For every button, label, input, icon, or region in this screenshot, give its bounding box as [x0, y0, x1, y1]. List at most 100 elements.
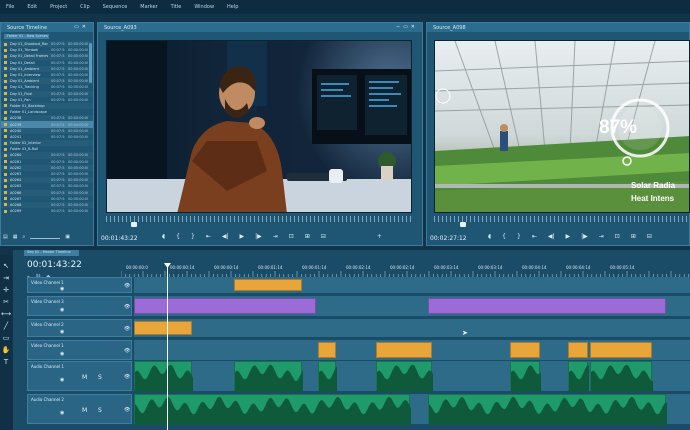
video-clip[interactable] [510, 342, 540, 358]
step-back-icon[interactable]: ◀| [222, 233, 229, 240]
audio-clip[interactable] [568, 361, 589, 392]
video-clip[interactable] [376, 342, 432, 358]
audio-clip[interactable] [376, 361, 433, 392]
video-clip[interactable] [590, 342, 652, 358]
track-visibility-icon[interactable]: 👁 [124, 283, 130, 289]
new-bin-icon[interactable]: ▣ [65, 234, 70, 242]
razor-tool-icon[interactable]: ✂ [3, 297, 9, 307]
zoom-slider[interactable] [30, 238, 61, 239]
solo-button[interactable]: S [98, 407, 102, 414]
video-clip[interactable] [134, 321, 192, 335]
volume-knob-icon[interactable]: ◉ [60, 286, 64, 292]
mark-in-icon[interactable]: ◖ [162, 233, 165, 240]
viewer1-controls-icon[interactable]: −▭✕ [396, 24, 418, 30]
overwrite-icon-2[interactable]: ⊟ [647, 233, 652, 240]
audio-clip[interactable] [510, 361, 541, 392]
menu-edit[interactable]: Edit [27, 4, 37, 10]
menu-file[interactable]: File [6, 4, 14, 10]
audio-clip[interactable] [234, 361, 303, 392]
add-icon[interactable]: + [377, 233, 382, 240]
audio-clip[interactable] [428, 394, 667, 425]
volume-knob-icon[interactable]: ◉ [60, 377, 64, 383]
panel-controls-icon[interactable]: ▭✕ [74, 24, 89, 30]
timeline-playhead-line[interactable] [167, 264, 168, 430]
play-icon-2[interactable]: ▶ [566, 233, 571, 240]
audio-clip[interactable] [134, 394, 411, 425]
viewer1-playhead[interactable] [131, 222, 137, 227]
insert-icon-2[interactable]: ⊞ [631, 233, 636, 240]
menu-help[interactable]: Help [227, 4, 238, 10]
track-header[interactable]: Audio Channel 2 ◉ M S 👁 [27, 394, 132, 424]
track-lane[interactable] [134, 340, 690, 360]
menu-window[interactable]: Window [194, 4, 214, 10]
timeline-tab[interactable]: Seq 01 - Master Timeline [24, 250, 79, 256]
solo-button[interactable]: S [98, 374, 102, 381]
track-visibility-icon[interactable]: 👁 [124, 348, 130, 354]
volume-knob-icon[interactable]: ◉ [60, 410, 64, 416]
icon-view-icon[interactable]: ▦ [13, 234, 18, 242]
track-lane[interactable] [134, 296, 690, 316]
mark-clip-icon[interactable]: { [176, 233, 180, 240]
type-tool-icon[interactable]: T [4, 357, 8, 367]
volume-knob-icon[interactable]: ◉ [60, 307, 64, 313]
track-lane[interactable] [134, 394, 690, 425]
mark-clip-icon-2[interactable]: { [502, 233, 506, 240]
viewer2-scrub-ruler[interactable] [434, 216, 690, 222]
mute-button[interactable]: M [82, 407, 87, 414]
ripple-tool-icon[interactable]: ✛ [3, 285, 9, 295]
export-frame-icon-2[interactable]: ⊡ [615, 233, 620, 240]
browser-list-item[interactable]: A0269 00:07:5400:00:00:00 [1, 208, 93, 214]
hand-tool-icon[interactable]: ✋ [2, 345, 11, 355]
step-back-icon-2[interactable]: ◀| [548, 233, 555, 240]
browser-tab[interactable]: Folder 01 - Raw Scenes [4, 34, 49, 39]
volume-knob-icon[interactable]: ◉ [60, 329, 64, 335]
go-to-in-icon[interactable]: ⇤ [206, 233, 211, 240]
audio-clip[interactable] [134, 361, 193, 392]
insert-icon[interactable]: ⊞ [305, 233, 310, 240]
slip-tool-icon[interactable]: ⟷ [1, 309, 11, 319]
menu-marker[interactable]: Marker [140, 4, 157, 10]
track-lane[interactable] [134, 319, 690, 337]
go-to-out-icon[interactable]: ⇥ [273, 233, 278, 240]
video-clip[interactable] [134, 298, 316, 314]
mark-out-icon[interactable]: } [191, 233, 195, 240]
mark-out-icon-2[interactable]: } [517, 233, 521, 240]
rect-tool-icon[interactable]: ▭ [3, 333, 10, 343]
go-to-in-icon-2[interactable]: ⇤ [532, 233, 537, 240]
track-lane[interactable] [134, 361, 690, 392]
menu-clip[interactable]: Clip [80, 4, 89, 10]
track-header[interactable]: Audio Channel 1 ◉ M S 👁 [27, 361, 132, 391]
selection-tool-icon[interactable]: ↖ [3, 261, 9, 271]
time-ruler[interactable]: 00:00:00:0 00:00:00:14 00:00:00:14 00:00:01… [121, 262, 690, 278]
export-frame-icon[interactable]: ⊡ [289, 233, 294, 240]
video-clip[interactable] [234, 279, 302, 291]
track-visibility-icon[interactable]: 👁 [124, 304, 130, 310]
track-header[interactable]: Video Channel 1 ◉ 👁 [27, 277, 132, 293]
track-visibility-icon[interactable]: 👁 [124, 374, 130, 380]
track-header[interactable]: Video Channel 1 ◉ 👁 [27, 340, 132, 360]
step-forward-icon[interactable]: |▶ [255, 233, 262, 240]
mute-button[interactable]: M [82, 374, 87, 381]
video-clip[interactable] [318, 342, 336, 358]
track-select-icon[interactable]: ⇥ [3, 273, 9, 283]
track-header[interactable]: Video Channel 3 ◉ 👁 [27, 296, 132, 316]
menu-sequence[interactable]: Sequence [103, 4, 128, 10]
audio-clip[interactable] [318, 361, 337, 392]
search-icon[interactable]: ⌕ [22, 234, 25, 242]
track-lane[interactable] [134, 277, 690, 293]
track-visibility-icon[interactable]: 👁 [124, 326, 130, 332]
mark-in-icon-2[interactable]: ◖ [488, 233, 491, 240]
video-clip[interactable] [568, 342, 588, 358]
play-icon[interactable]: ▶ [240, 233, 245, 240]
overwrite-icon[interactable]: ⊟ [321, 233, 326, 240]
step-forward-icon-2[interactable]: |▶ [581, 233, 588, 240]
browser-scrollbar[interactable] [89, 43, 92, 83]
viewer1-scrub-ruler[interactable] [106, 216, 412, 222]
go-to-out-icon-2[interactable]: ⇥ [599, 233, 604, 240]
viewer2-playhead[interactable] [460, 222, 466, 227]
list-view-icon[interactable]: ▤ [3, 234, 8, 242]
menu-project[interactable]: Project [50, 4, 67, 10]
volume-knob-icon[interactable]: ◉ [60, 351, 64, 357]
track-header[interactable]: Video Channel 2 ◉ 👁 [27, 319, 132, 337]
track-visibility-icon[interactable]: 👁 [124, 407, 130, 413]
